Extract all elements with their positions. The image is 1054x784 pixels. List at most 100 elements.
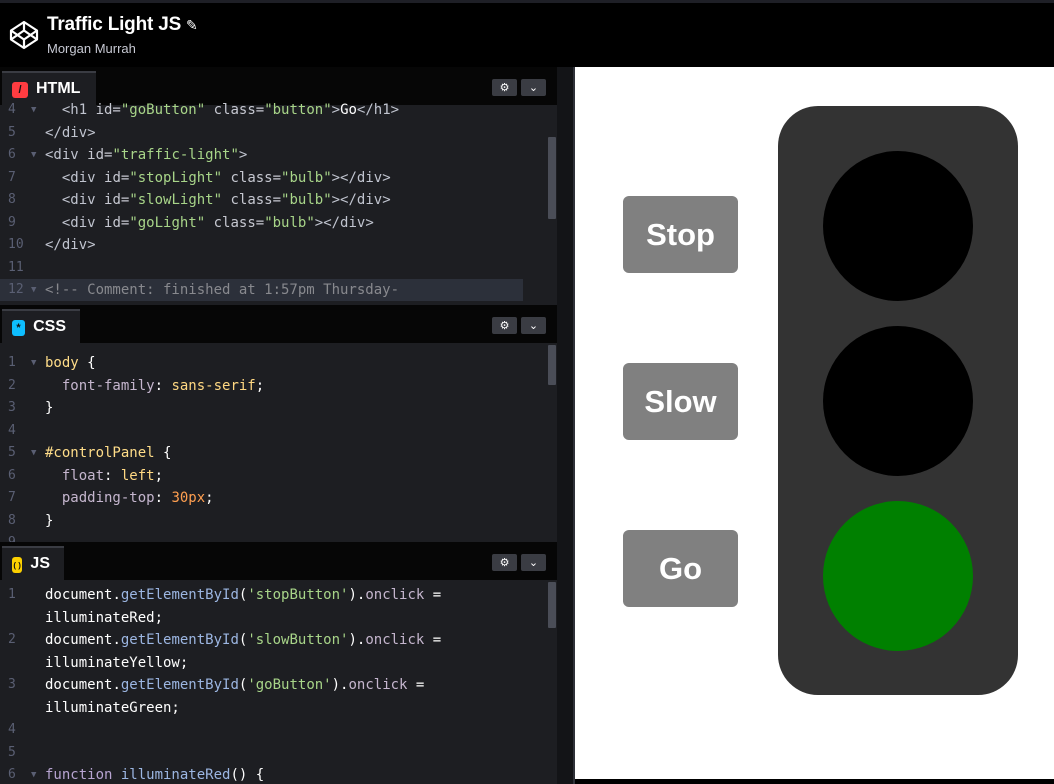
- fold-arrow-icon[interactable]: ▼: [31, 442, 36, 464]
- edit-pencil-icon[interactable]: ✎: [186, 17, 198, 33]
- code-line[interactable]: 3 document.getElementById('goButton').onc…: [0, 674, 557, 696]
- pen-title-text: Traffic Light JS: [47, 14, 182, 35]
- line-number: 4: [8, 422, 16, 438]
- code-text: padding-top: 30px;: [61, 490, 214, 506]
- code-line[interactable]: illuminateYellow;: [0, 652, 557, 674]
- js-code[interactable]: 1 document.getElementById('stopButton').o…: [0, 580, 557, 784]
- line-number: 5: [8, 124, 16, 140]
- code-text: <div id="goLight" class="bulb"></div>: [61, 214, 374, 231]
- code-line[interactable]: 1 ▼ body {: [0, 352, 557, 374]
- code-line[interactable]: 5 </div>: [0, 122, 557, 144]
- go-button[interactable]: Go: [623, 530, 738, 607]
- code-line[interactable]: 2 font-family: sans-serif;: [0, 375, 557, 397]
- css-settings-button[interactable]: ⚙: [492, 317, 517, 334]
- fold-arrow-icon[interactable]: ▼: [31, 144, 36, 166]
- js-icon: ( ): [12, 557, 23, 573]
- tab-css-label: CSS: [33, 318, 66, 335]
- fold-arrow-icon[interactable]: ▼: [31, 352, 36, 374]
- line-number: 3: [8, 400, 16, 415]
- line-number: 11: [8, 259, 24, 275]
- line-number: 9: [8, 532, 30, 542]
- code-line[interactable]: 6 ▼ <div id="traffic-light">: [0, 144, 557, 166]
- css-editor-header: * CSS ⚙ ⌄: [0, 305, 557, 343]
- editor-column: / HTML ⚙ ⌄ 4 ▼ <h1 id="goButton" class="b…: [0, 67, 575, 784]
- code-line[interactable]: illuminateRed;: [0, 607, 557, 629]
- code-line[interactable]: illuminateGreen;: [0, 697, 557, 719]
- code-line[interactable]: 1 document.getElementById('stopButton').o…: [0, 584, 557, 606]
- css-code[interactable]: 1 ▼ body {2 font-family: sans-serif; 3} 4 5 ▼ #…: [0, 343, 557, 542]
- js-scrollbar[interactable]: [548, 582, 556, 628]
- code-line[interactable]: 11: [0, 257, 557, 279]
- code-text: </div>: [45, 124, 96, 141]
- tab-js[interactable]: ( ) JS: [2, 546, 64, 580]
- line-number: 1: [8, 355, 16, 370]
- js-collapse-button[interactable]: ⌄: [521, 554, 546, 571]
- css-collapse-button[interactable]: ⌄: [521, 317, 546, 334]
- code-text: font-family: sans-serif;: [61, 377, 265, 394]
- result-preview: Stop Slow Go: [575, 67, 1054, 779]
- html-settings-button[interactable]: ⚙: [492, 79, 517, 96]
- slow-light: [823, 326, 973, 476]
- css-icon: *: [12, 320, 26, 336]
- gear-icon: ⚙: [499, 320, 510, 332]
- traffic-light: [778, 106, 1018, 695]
- line-number: 12: [8, 282, 24, 297]
- tab-css[interactable]: * CSS: [2, 309, 80, 343]
- css-scrollbar[interactable]: [548, 345, 556, 385]
- pen-title[interactable]: Traffic Light JS ✎: [47, 14, 198, 36]
- code-text: illuminateYellow;: [45, 654, 189, 671]
- code-text: function illuminateRed() {: [45, 767, 265, 783]
- js-editor[interactable]: ( ) JS ⚙ ⌄ 1 document.getElementById('sto…: [0, 542, 557, 784]
- html-editor[interactable]: / HTML ⚙ ⌄ 4 ▼ <h1 id="goButton" class="b…: [0, 67, 557, 305]
- stop-light: [823, 151, 973, 301]
- code-text: <div id="traffic-light">: [45, 147, 248, 163]
- slow-button[interactable]: Slow: [623, 363, 738, 440]
- stop-button[interactable]: Stop: [623, 196, 738, 273]
- pen-author[interactable]: Morgan Murrah: [47, 41, 136, 56]
- html-code[interactable]: 4 ▼ <h1 id="goButton" class="button">Go</…: [0, 102, 557, 305]
- line-number: 8: [8, 512, 16, 528]
- code-text: }: [45, 512, 54, 529]
- fold-arrow-icon[interactable]: ▼: [31, 99, 36, 121]
- css-editor[interactable]: * CSS ⚙ ⌄ 1 ▼ body {2 font-family: sans-se…: [0, 305, 557, 542]
- code-line[interactable]: 9: [0, 532, 557, 542]
- code-line[interactable]: 4: [0, 719, 557, 741]
- code-line[interactable]: 5 ▼ #controlPanel {: [0, 442, 557, 464]
- code-line[interactable]: 4: [0, 420, 557, 442]
- fold-arrow-icon[interactable]: ▼: [31, 279, 36, 301]
- line-number: 6: [8, 767, 16, 782]
- line-number: 8: [8, 192, 16, 207]
- js-settings-button[interactable]: ⚙: [492, 554, 517, 571]
- html-icon: /: [12, 82, 28, 98]
- code-line[interactable]: 8}: [0, 510, 557, 532]
- code-line[interactable]: 2 document.getElementById('slowButton').o…: [0, 629, 557, 651]
- line-number: 2: [8, 632, 16, 647]
- chevron-down-icon: ⌄: [528, 320, 539, 332]
- code-line[interactable]: 3}: [0, 397, 557, 419]
- code-line[interactable]: 5: [0, 742, 557, 764]
- line-number: 3: [8, 677, 16, 692]
- html-collapse-button[interactable]: ⌄: [521, 79, 546, 96]
- line-number: 10: [8, 237, 24, 252]
- code-line[interactable]: 6 float: left;: [0, 465, 557, 487]
- code-text: illuminateRed;: [45, 609, 164, 626]
- code-line[interactable]: 7 padding-top: 30px;: [0, 487, 557, 509]
- html-scrollbar[interactable]: [548, 137, 556, 219]
- codepen-logo-icon[interactable]: [8, 19, 40, 51]
- code-line[interactable]: 8 <div id="slowLight" class="bulb"></div…: [0, 189, 557, 211]
- fold-arrow-icon[interactable]: ▼: [31, 764, 36, 784]
- gear-icon: ⚙: [499, 557, 510, 569]
- pen-header: Traffic Light JS ✎ Morgan Murrah: [0, 0, 1054, 67]
- tab-html-label: HTML: [36, 80, 81, 97]
- code-line[interactable]: 9 <div id="goLight" class="bulb"></div>: [0, 212, 557, 234]
- code-line[interactable]: 4 ▼ <h1 id="goButton" class="button">Go</…: [0, 99, 557, 121]
- code-line[interactable]: 6 ▼ function illuminateRed() {: [0, 764, 557, 784]
- code-text: document.getElementById('stopButton').on…: [45, 587, 442, 603]
- line-number: 7: [8, 169, 16, 185]
- gear-icon: ⚙: [499, 82, 510, 94]
- code-text: </div>: [45, 237, 96, 253]
- code-line[interactable]: 7 <div id="stopLight" class="bulb"></div…: [0, 167, 557, 189]
- code-line[interactable]: 10 </div>: [0, 234, 557, 256]
- go-light: [823, 501, 973, 651]
- code-line[interactable]: 12 ▼ <!-- Comment: finished at 1:57pm Thur…: [0, 279, 523, 301]
